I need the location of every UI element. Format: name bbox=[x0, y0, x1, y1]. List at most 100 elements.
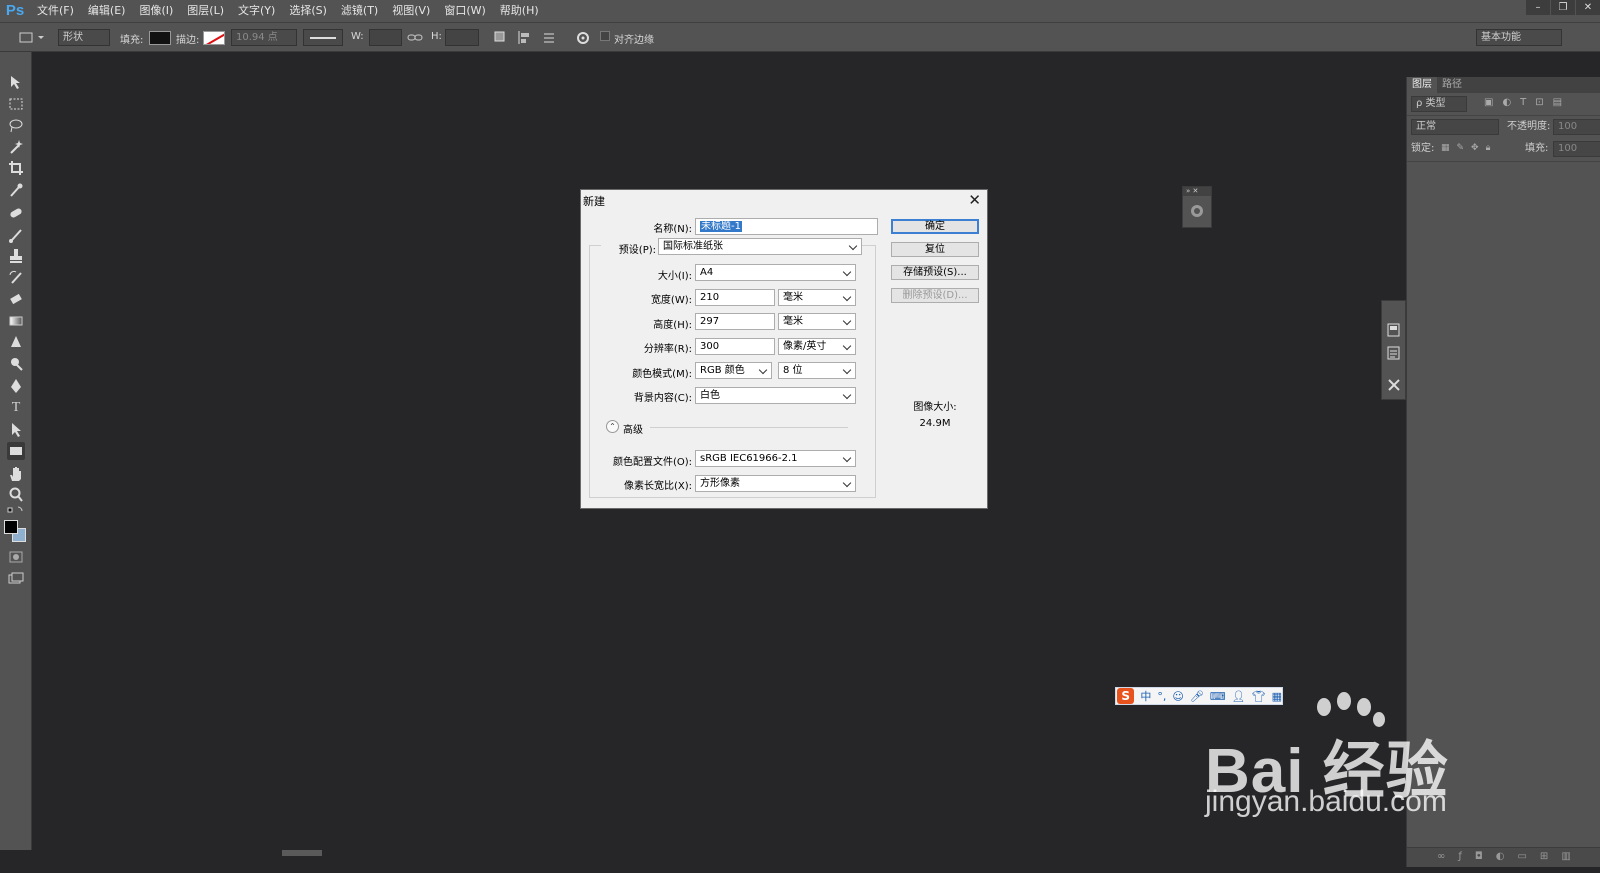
microphone-icon[interactable]: 🎤︎ bbox=[1190, 690, 1204, 703]
minimize-button[interactable]: – bbox=[1526, 0, 1550, 15]
resolution-input[interactable]: 300 bbox=[695, 338, 775, 355]
history-brush-tool-icon[interactable] bbox=[7, 269, 25, 287]
menu-filter[interactable]: 滤镜(T) bbox=[334, 0, 385, 22]
align-edges-label: 对齐边缘 bbox=[614, 35, 654, 46]
stroke-type-select[interactable] bbox=[303, 29, 343, 46]
pen-tool-icon[interactable] bbox=[7, 377, 25, 395]
color-profile-select[interactable]: sRGB IEC61966-2.1 bbox=[695, 450, 856, 467]
eyedropper-tool-icon[interactable] bbox=[7, 181, 25, 199]
user-icon[interactable]: 👤︎ bbox=[1232, 690, 1246, 703]
brush-tool-icon[interactable] bbox=[7, 226, 25, 244]
ok-button[interactable]: 确定 bbox=[891, 219, 979, 234]
path-alignment-icon[interactable] bbox=[517, 29, 533, 46]
blend-mode-select[interactable]: 正常 bbox=[1411, 119, 1499, 135]
clone-stamp-tool-icon[interactable] bbox=[7, 247, 25, 265]
lasso-tool-icon[interactable] bbox=[7, 116, 25, 134]
info-panel-icon[interactable] bbox=[1386, 346, 1402, 360]
swap-colors-icon[interactable] bbox=[7, 504, 25, 516]
hand-tool-icon[interactable] bbox=[7, 465, 25, 483]
tool-preset-picker[interactable] bbox=[16, 29, 46, 46]
properties-panel-icon[interactable] bbox=[1386, 323, 1402, 337]
collapse-advanced-icon[interactable]: ⌃ bbox=[606, 420, 619, 433]
rectangle-tool-icon[interactable] bbox=[7, 442, 25, 460]
move-tool-icon[interactable] bbox=[7, 73, 25, 91]
punctuation-icon[interactable]: °, bbox=[1157, 690, 1166, 703]
tool-presets-icon[interactable] bbox=[1386, 377, 1402, 393]
height-input[interactable]: 297 bbox=[695, 313, 775, 330]
emoji-icon[interactable]: ☺ bbox=[1172, 690, 1183, 703]
layer-filter-select[interactable]: ρ 类型 bbox=[1411, 96, 1467, 112]
save-preset-button[interactable]: 存储预设(S)... bbox=[891, 265, 979, 280]
gradient-tool-icon[interactable] bbox=[7, 312, 25, 330]
marquee-tool-icon[interactable] bbox=[7, 95, 25, 113]
height-field[interactable] bbox=[445, 29, 479, 46]
blur-tool-icon[interactable] bbox=[7, 333, 25, 351]
floating-panel-header[interactable]: » ✕ bbox=[1183, 187, 1211, 196]
layer-action-icons[interactable]: ∞ƒ◘◐▭⊞▥ bbox=[1437, 851, 1584, 862]
bit-depth-select[interactable]: 8 位 bbox=[778, 362, 856, 379]
menu-select[interactable]: 选择(S) bbox=[282, 0, 334, 22]
width-input[interactable]: 210 bbox=[695, 289, 775, 306]
mode-select[interactable]: 形状 bbox=[58, 29, 110, 46]
healing-brush-tool-icon[interactable] bbox=[7, 204, 25, 222]
path-arrangement-icon[interactable] bbox=[541, 29, 559, 46]
menu-edit[interactable]: 编辑(E) bbox=[81, 0, 133, 22]
menu-file[interactable]: 文件(F) bbox=[30, 0, 81, 22]
screen-mode-icon[interactable] bbox=[7, 570, 25, 588]
background-select[interactable]: 白色 bbox=[695, 387, 856, 404]
fill-swatch[interactable] bbox=[149, 31, 171, 45]
stroke-width-field[interactable]: 10.94 点 bbox=[231, 29, 297, 46]
align-edges-checkbox[interactable] bbox=[600, 31, 610, 41]
fill-field[interactable]: 100 bbox=[1553, 141, 1600, 157]
name-field[interactable]: 未标题-1 bbox=[695, 218, 878, 235]
photoshop-window: Ps 文件(F) 编辑(E) 图像(I) 图层(L) 文字(Y) 选择(S) 滤… bbox=[0, 0, 1600, 873]
zoom-tool-icon[interactable] bbox=[7, 486, 25, 504]
foreground-color-swatch[interactable] bbox=[4, 520, 18, 534]
tab-paths[interactable]: 路径 bbox=[1437, 77, 1467, 93]
menu-image[interactable]: 图像(I) bbox=[132, 0, 180, 22]
resolution-unit-select[interactable]: 像素/英寸 bbox=[778, 338, 856, 355]
close-icon[interactable]: ✕ bbox=[968, 191, 981, 209]
menu-type[interactable]: 文字(Y) bbox=[231, 0, 282, 22]
skin-icon[interactable]: 👕︎ bbox=[1252, 690, 1266, 703]
crop-tool-icon[interactable] bbox=[7, 159, 25, 177]
color-mode-select[interactable]: RGB 颜色 bbox=[695, 362, 772, 379]
dodge-tool-icon[interactable] bbox=[7, 355, 25, 373]
type-tool-icon[interactable]: T bbox=[7, 399, 25, 417]
width-unit-select[interactable]: 毫米 bbox=[778, 289, 856, 306]
gear-icon[interactable] bbox=[575, 29, 593, 46]
lock-icons[interactable]: ▦✎✥🔒︎ bbox=[1441, 143, 1511, 155]
reset-button[interactable]: 复位 bbox=[891, 242, 979, 257]
menu-layer[interactable]: 图层(L) bbox=[180, 0, 231, 22]
close-window-button[interactable]: ✕ bbox=[1576, 0, 1600, 15]
color-wheel-icon[interactable] bbox=[1189, 203, 1205, 219]
layer-filter-icons[interactable]: ▣◐T⊡▤ bbox=[1484, 97, 1594, 111]
taskbar-tab[interactable] bbox=[282, 850, 322, 856]
link-icon[interactable] bbox=[407, 29, 423, 46]
delete-preset-button[interactable]: 删除预设(D)... bbox=[891, 288, 979, 303]
preset-select[interactable]: 国际标准纸张 bbox=[658, 238, 862, 255]
keyboard-icon[interactable]: ⌨ bbox=[1210, 690, 1226, 703]
pixel-aspect-select[interactable]: 方形像素 bbox=[695, 475, 856, 492]
magic-wand-tool-icon[interactable] bbox=[7, 138, 25, 156]
path-selection-tool-icon[interactable] bbox=[7, 420, 25, 438]
workspace-select[interactable]: 基本功能 bbox=[1476, 29, 1562, 46]
layers-panel: 图层 路径 ρ 类型 ▣◐T⊡▤ 正常 不透明度: 100 锁定: ▦✎✥🔒︎ … bbox=[1406, 77, 1600, 867]
toolbox-icon[interactable]: ▦ bbox=[1272, 690, 1282, 703]
image-size-value: 24.9M bbox=[919, 418, 951, 429]
size-select[interactable]: A4 bbox=[695, 264, 856, 281]
width-field[interactable] bbox=[369, 29, 402, 46]
menu-view[interactable]: 视图(V) bbox=[385, 0, 437, 22]
ime-mode[interactable]: 中 bbox=[1140, 688, 1151, 704]
eraser-tool-icon[interactable] bbox=[7, 290, 25, 308]
path-operations-icon[interactable] bbox=[493, 29, 509, 46]
tab-layers[interactable]: 图层 bbox=[1407, 77, 1437, 93]
menu-help[interactable]: 帮助(H) bbox=[493, 0, 546, 22]
restore-button[interactable]: ❐ bbox=[1551, 0, 1575, 15]
color-mode-label: 颜色模式(M): bbox=[632, 369, 692, 380]
stroke-swatch[interactable] bbox=[203, 31, 225, 45]
opacity-field[interactable]: 100 bbox=[1553, 119, 1600, 135]
quick-mask-icon[interactable] bbox=[7, 548, 25, 566]
height-unit-select[interactable]: 毫米 bbox=[778, 313, 856, 330]
menu-window[interactable]: 窗口(W) bbox=[437, 0, 492, 22]
